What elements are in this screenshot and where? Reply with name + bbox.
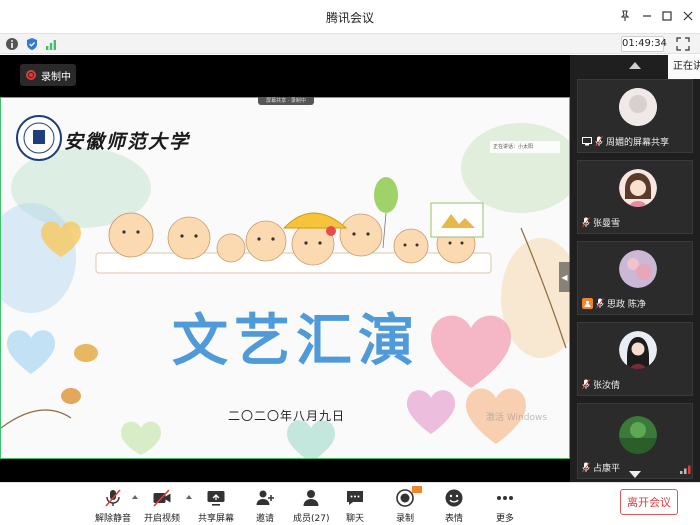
camera-off-icon: [153, 489, 171, 507]
participant-name: 张汝倩: [593, 380, 621, 391]
participant-tile[interactable]: 张汝倩: [577, 322, 693, 396]
avatar: [619, 250, 657, 288]
info-icon[interactable]: [5, 37, 19, 51]
unmute-button[interactable]: 解除静音: [95, 488, 131, 524]
screen-share-icon: [582, 136, 592, 145]
collapse-sidebar-button[interactable]: ◀: [559, 262, 570, 292]
record-new-badge: [412, 486, 422, 493]
maximize-button[interactable]: [658, 7, 676, 25]
more-button[interactable]: 更多: [495, 488, 515, 524]
share-screen-button[interactable]: 共享屏幕: [198, 488, 234, 524]
participant-tile[interactable]: 占康平: [577, 403, 693, 479]
recording-badge[interactable]: 录制中: [20, 64, 76, 86]
emoji-icon: [445, 489, 463, 507]
participant-tile[interactable]: 张曼雪: [577, 160, 693, 234]
avatar: [619, 169, 657, 207]
leave-meeting-button[interactable]: 离开会议: [620, 489, 678, 515]
signal-icon[interactable]: [45, 37, 59, 51]
mic-muted-icon: [105, 489, 121, 507]
scroll-down-icon[interactable]: [629, 471, 641, 478]
speaking-tooltip: 正在讲: [668, 55, 700, 79]
start-video-button[interactable]: 开启视频: [144, 488, 180, 524]
participant-name: 张曼雪: [593, 218, 621, 229]
window-title: 腾讯会议: [325, 11, 374, 25]
participant-name: 思政 陈净: [607, 299, 646, 310]
chat-label: 聊天: [345, 514, 364, 524]
record-dot-icon: [26, 70, 36, 80]
avatar: [619, 88, 657, 126]
meeting-window: 腾讯会议 01:49:34 录制中 安徽师范大学 文艺汇演 二〇二〇年八月九日 …: [0, 0, 700, 525]
pin-icon[interactable]: [616, 7, 634, 25]
windows-activation-watermark: 激活 Windows: [486, 413, 548, 423]
participant-label: 周媚的屏幕共享: [582, 134, 669, 148]
participant-tile[interactable]: 思政 陈净: [577, 241, 693, 315]
mic-muted-icon: [596, 297, 604, 308]
slide-title: 文艺汇演: [172, 309, 420, 374]
participant-name: 占康平: [593, 463, 621, 474]
chat-icon: [347, 491, 363, 505]
participant-label: 张汝倩: [582, 377, 620, 391]
university-name: 安徽师范大学: [64, 131, 191, 153]
shield-icon[interactable]: [25, 37, 39, 51]
recording-label: 录制中: [41, 71, 71, 83]
unmute-label: 解除静音: [95, 514, 132, 524]
share-status-strip[interactable]: 屏幕共享 · 录制中: [258, 97, 314, 105]
share-screen-icon: [207, 491, 225, 506]
participant-label: 张曼雪: [582, 215, 620, 229]
more-icon: [497, 496, 513, 500]
slide-date: 二〇二〇年八月九日: [228, 409, 346, 423]
participant-label: 占康平: [582, 460, 620, 474]
mic-muted-icon: [582, 461, 590, 472]
meeting-toolbar: 解除静音 开启视频 共享屏幕 邀请 成员(27) 聊天 录制 表情 更多: [0, 482, 700, 525]
invite-icon: [256, 490, 274, 505]
speaker-indicator: 正在讲话：小太阳: [490, 141, 560, 153]
info-bar: 01:49:34: [0, 33, 700, 54]
share-screen-label: 共享屏幕: [198, 514, 235, 524]
members-icon: [303, 490, 319, 506]
title-bar: 腾讯会议: [0, 0, 700, 33]
host-icon: [582, 297, 593, 309]
more-label: 更多: [495, 514, 514, 524]
participant-label: 思政 陈净: [582, 296, 646, 310]
avatar: [619, 331, 657, 369]
mic-muted-icon: [595, 135, 603, 146]
audio-options-caret[interactable]: [132, 495, 138, 499]
meeting-timer: 01:49:34: [621, 36, 667, 52]
scroll-up-icon[interactable]: [629, 62, 641, 69]
participant-tile[interactable]: 周媚的屏幕共享: [577, 79, 693, 153]
video-options-caret[interactable]: [186, 495, 192, 499]
start-video-label: 开启视频: [144, 514, 181, 524]
avatar: [619, 416, 657, 454]
fullscreen-icon[interactable]: [676, 37, 690, 51]
network-signal-icon: [680, 465, 691, 474]
minimize-button[interactable]: [638, 7, 656, 25]
reactions-button[interactable]: 表情: [444, 488, 464, 524]
participant-name: 周媚的屏幕共享: [606, 137, 670, 148]
record-button[interactable]: 录制: [395, 488, 415, 524]
members-button[interactable]: 成员(27): [293, 488, 329, 524]
close-button[interactable]: [679, 7, 697, 25]
invite-button[interactable]: 邀请: [255, 488, 275, 524]
members-label: 成员(27): [293, 514, 330, 524]
chat-button[interactable]: 聊天: [345, 488, 365, 524]
mic-muted-icon: [582, 378, 590, 389]
invite-label: 邀请: [255, 514, 274, 524]
mic-muted-icon: [582, 216, 590, 227]
reactions-label: 表情: [444, 514, 463, 524]
record-label: 录制: [395, 514, 414, 524]
